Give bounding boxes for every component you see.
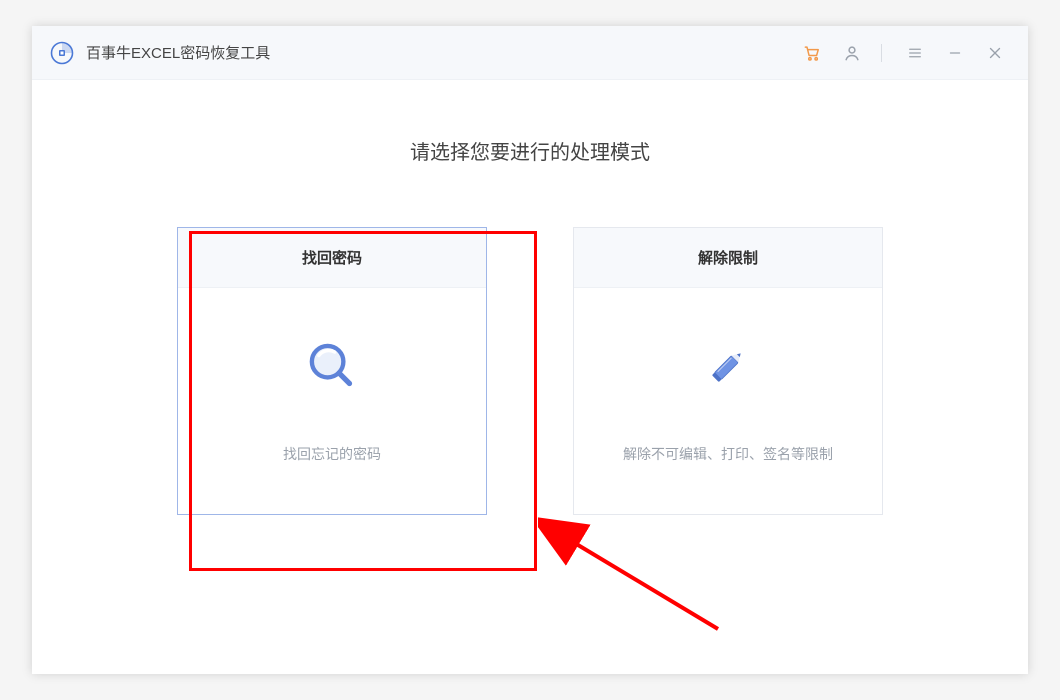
app-title: 百事牛EXCEL密码恢复工具: [86, 42, 270, 63]
close-button[interactable]: [980, 38, 1010, 68]
app-window: 百事牛EXCEL密码恢复工具: [32, 26, 1028, 674]
menu-icon[interactable]: [900, 38, 930, 68]
main-content: 请选择您要进行的处理模式 找回密码 找回忘记的密码 解除限制: [32, 80, 1028, 674]
card-recover-desc: 找回忘记的密码: [283, 444, 381, 464]
card-unlock-body: 解除不可编辑、打印、签名等限制: [574, 288, 882, 514]
mode-cards: 找回密码 找回忘记的密码 解除限制: [177, 227, 883, 515]
card-recover-password[interactable]: 找回密码 找回忘记的密码: [177, 227, 487, 515]
page-heading: 请选择您要进行的处理模式: [410, 136, 650, 165]
card-remove-restriction[interactable]: 解除限制: [573, 227, 883, 515]
cart-icon[interactable]: [797, 38, 827, 68]
pencil-icon: [700, 338, 756, 394]
minimize-button[interactable]: [940, 38, 970, 68]
magnifier-icon: [304, 338, 360, 394]
app-logo: [50, 41, 74, 65]
titlebar-separator: [881, 44, 882, 62]
titlebar: 百事牛EXCEL密码恢复工具: [32, 26, 1028, 80]
card-recover-body: 找回忘记的密码: [178, 288, 486, 514]
user-icon[interactable]: [837, 38, 867, 68]
card-unlock-title: 解除限制: [574, 228, 882, 288]
card-unlock-desc: 解除不可编辑、打印、签名等限制: [623, 444, 833, 464]
card-recover-title: 找回密码: [178, 228, 486, 288]
